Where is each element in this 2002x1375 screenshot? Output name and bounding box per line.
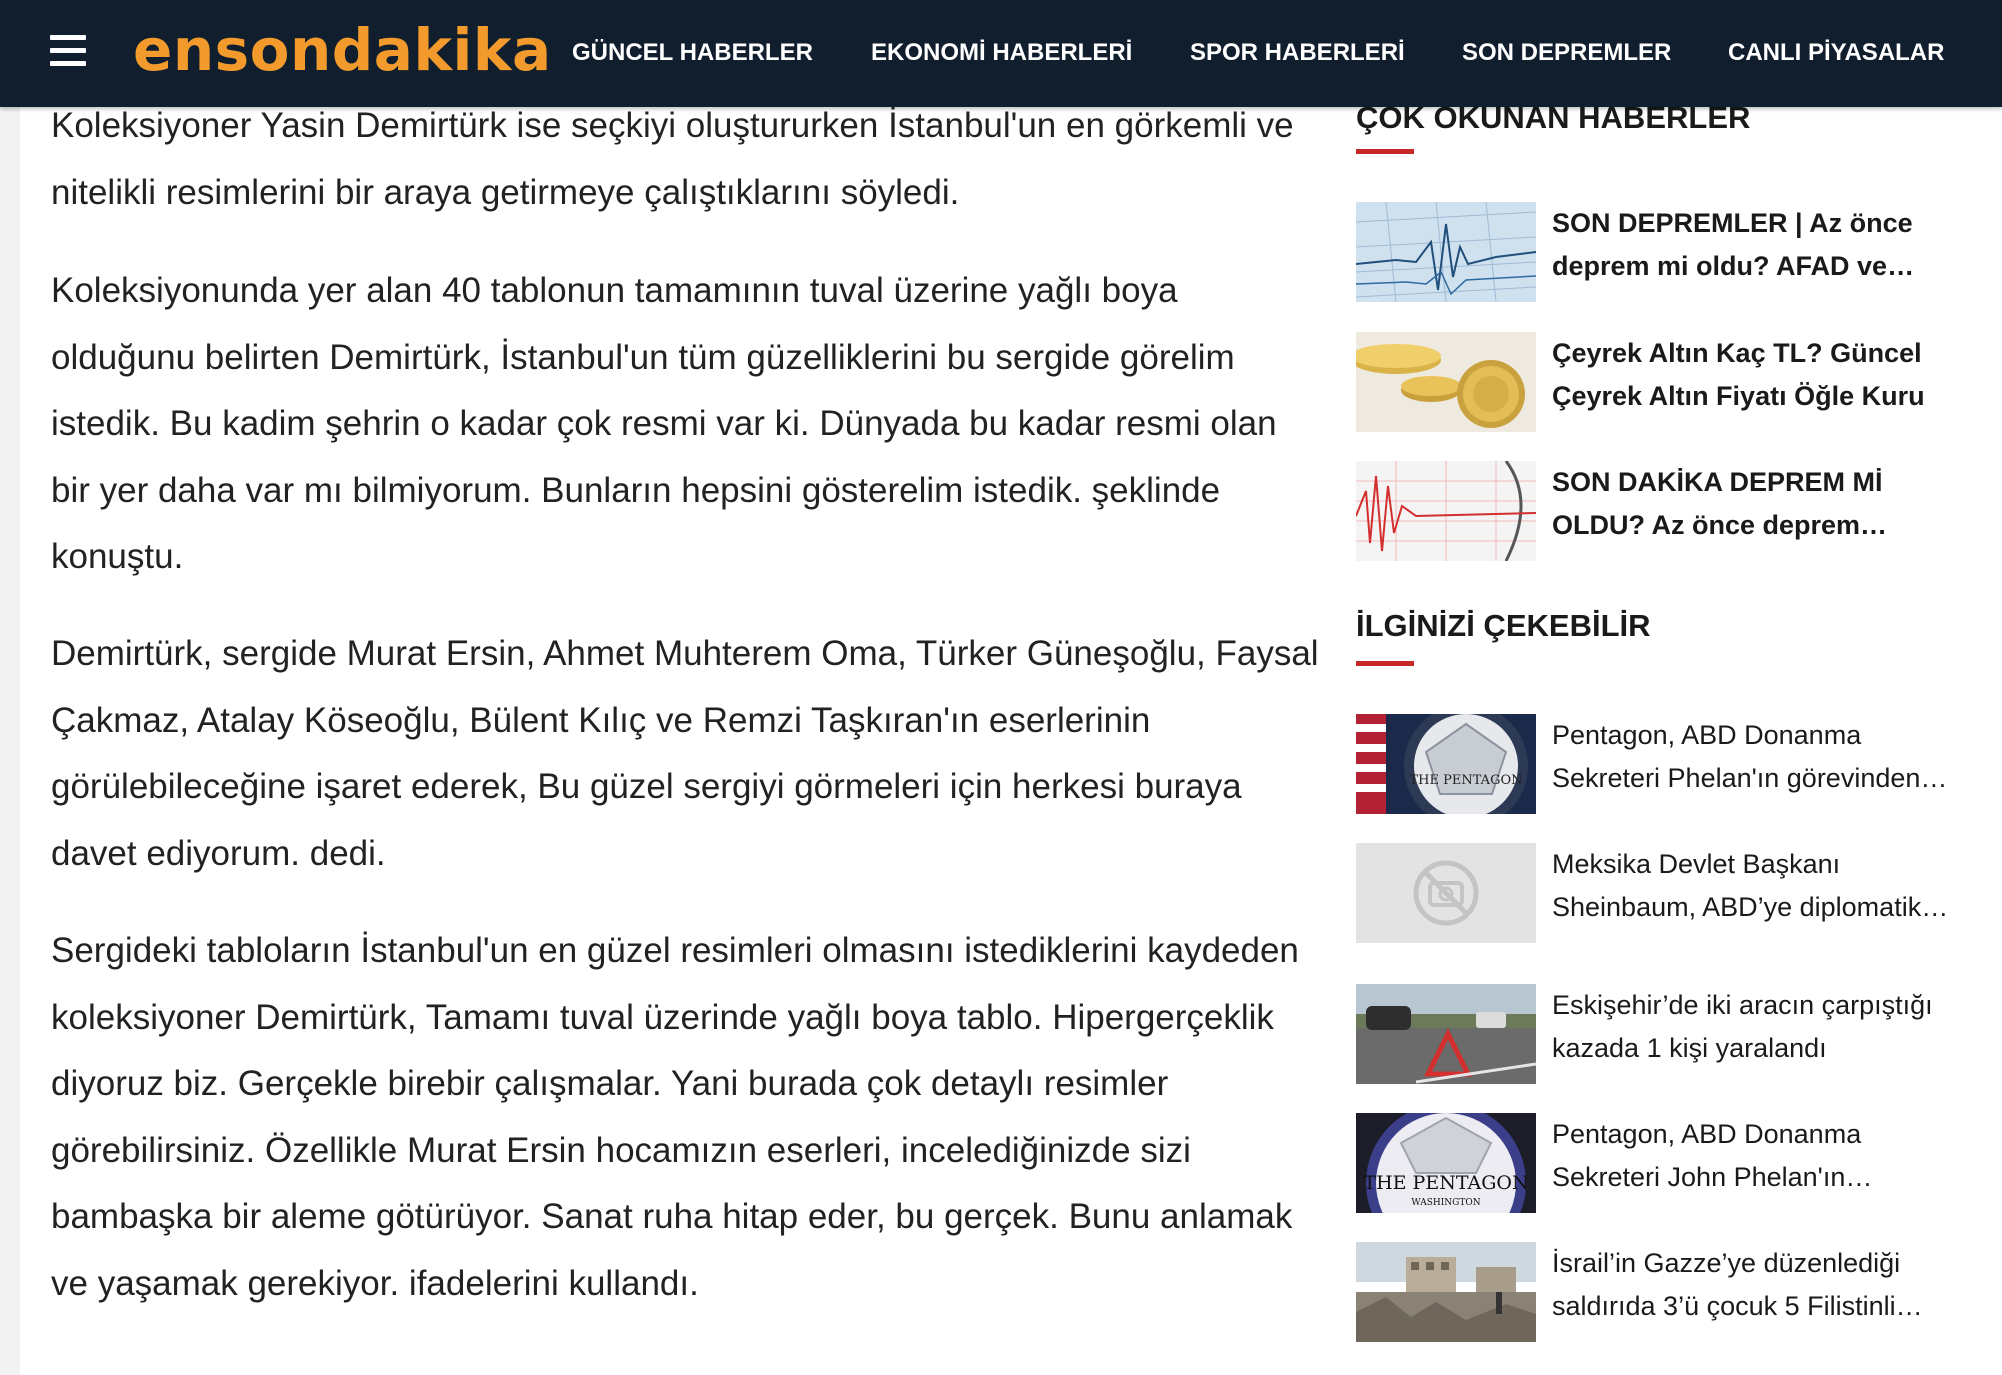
- related-item[interactable]: Meksika Devlet Başkanı Sheinbaum, ABD’ye…: [1356, 843, 1956, 943]
- related-item-title: Meksika Devlet Başkanı Sheinbaum, ABD’ye…: [1552, 849, 1922, 922]
- related-item-title: Pentagon, ABD Donanma Sekreteri John Phe…: [1552, 1119, 1862, 1192]
- nav-son-depremler[interactable]: SON DEPREMLER: [1462, 36, 1671, 70]
- interest-title: İLGİNİZİ ÇEKEBİLİR: [1356, 608, 1651, 643]
- related-item-title: Pentagon, ABD Donanma Sekreteri Phelan'ı…: [1552, 720, 1921, 793]
- seismograph-thumbnail: [1356, 202, 1536, 302]
- gold-coins-thumbnail: [1356, 332, 1536, 432]
- article-body: Koleksiyoner Yasin Demirtürk ise seçkiyi…: [20, 80, 1325, 1375]
- site-header: ensondakika GÜNCEL HABERLER EKONOMİ HABE…: [0, 0, 2002, 107]
- related-item[interactable]: Eskişehir’de iki aracın çarpıştığı kazad…: [1356, 984, 1956, 1084]
- site-logo[interactable]: ensondakika: [133, 14, 552, 86]
- nav-guncel-haberler[interactable]: GÜNCEL HABERLER: [572, 36, 813, 70]
- related-item[interactable]: THE PENTAGON WASHINGTON Pentagon, ABD Do…: [1356, 1113, 1956, 1213]
- svg-text:THE PENTAGON: THE PENTAGON: [1363, 1172, 1528, 1194]
- seismograph-thumbnail: [1356, 461, 1536, 561]
- nav-canli-piyasalar[interactable]: CANLI PİYASALAR: [1728, 36, 1944, 70]
- article-paragraph: Koleksiyonunda yer alan 40 tablonun tama…: [51, 271, 1277, 576]
- most-read-item[interactable]: SON DAKİKA DEPREM Mİ OLDU? Az önce depre…: [1356, 461, 1956, 561]
- most-read-item-title: SON DEPREMLER | Az önce deprem mi oldu? …: [1552, 208, 1913, 281]
- gaza-ruins-thumbnail: [1356, 1242, 1536, 1342]
- pentagon-podium-thumbnail: THE PENTAGON: [1356, 714, 1536, 814]
- road-accident-thumbnail: [1356, 984, 1536, 1084]
- most-read-item-title: Çeyrek Altın Kaç TL? Güncel Çeyrek Altın…: [1552, 338, 1925, 411]
- related-item-title: Eskişehir’de iki aracın çarpıştığı kazad…: [1552, 990, 1933, 1063]
- related-item[interactable]: THE PENTAGON Pentagon, ABD Donanma Sekre…: [1356, 714, 1956, 814]
- svg-text:THE PENTAGON: THE PENTAGON: [1409, 773, 1522, 788]
- related-item[interactable]: İsrail’in Gazze’ye düzenlediği saldırıda…: [1356, 1242, 1956, 1342]
- svg-text:WASHINGTON: WASHINGTON: [1411, 1198, 1480, 1208]
- most-read-item[interactable]: Çeyrek Altın Kaç TL? Güncel Çeyrek Altın…: [1356, 332, 1956, 432]
- article-paragraph: Sergideki tabloların İstanbul'un en güze…: [51, 931, 1299, 1303]
- nav-spor-haberleri[interactable]: SPOR HABERLERİ: [1190, 36, 1405, 70]
- nav-ekonomi-haberleri[interactable]: EKONOMİ HABERLERİ: [871, 36, 1132, 70]
- pentagon-seal-thumbnail: THE PENTAGON WASHINGTON: [1356, 1113, 1536, 1213]
- section-underline: [1356, 149, 1414, 154]
- article-paragraph: Demirtürk, sergide Murat Ersin, Ahmet Mu…: [51, 634, 1319, 873]
- sidebar: ÇOK OKUNAN HABERLER SON DEPREMLER | Az ö…: [1325, 80, 2002, 1375]
- section-underline: [1356, 661, 1414, 666]
- article-paragraph: Koleksiyoner Yasin Demirtürk ise seçkiyi…: [51, 106, 1294, 212]
- most-read-item-title: SON DAKİKA DEPREM Mİ OLDU? Az önce depre…: [1552, 467, 1883, 540]
- related-item-title: İsrail’in Gazze’ye düzenlediği saldırıda…: [1552, 1248, 1901, 1321]
- no-image-thumbnail: [1356, 843, 1536, 943]
- most-read-item[interactable]: SON DEPREMLER | Az önce deprem mi oldu? …: [1356, 202, 1956, 302]
- menu-icon[interactable]: [50, 33, 86, 69]
